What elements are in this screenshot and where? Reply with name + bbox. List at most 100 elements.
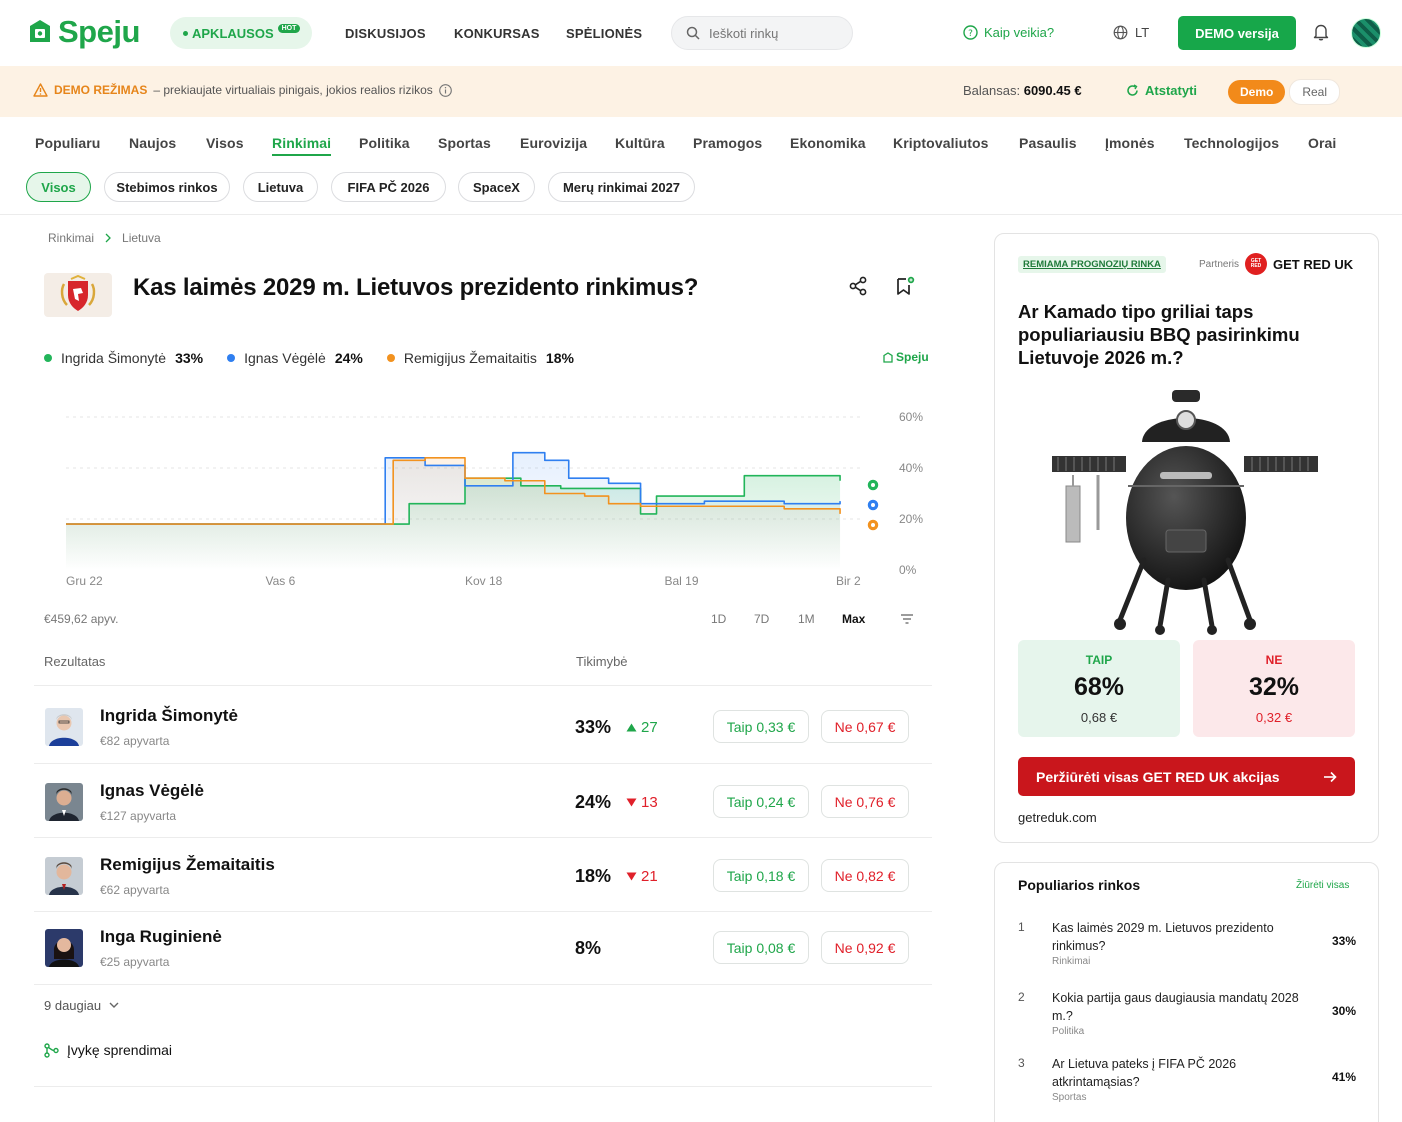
logo[interactable]: Speju xyxy=(28,14,140,50)
category-kultura[interactable]: Kultūra xyxy=(615,135,665,151)
demo-version-button[interactable]: DEMO versija xyxy=(1178,16,1296,50)
range-1d[interactable]: 1D xyxy=(711,612,726,626)
category-naujos[interactable]: Naujos xyxy=(129,135,176,151)
buy-no-button[interactable]: Ne 0,82 € xyxy=(821,859,909,892)
candidate-probability: 8% xyxy=(575,938,602,958)
language-selector[interactable]: LT xyxy=(1113,25,1149,40)
category-pramogos[interactable]: Pramogos xyxy=(693,135,762,151)
probability-change: 21 xyxy=(626,868,658,885)
buy-yes-button[interactable]: Taip 0,24 € xyxy=(713,785,809,818)
candidate-name[interactable]: Ignas Vėgėlė xyxy=(100,781,204,801)
series-vegele-endpoint-dot-icon xyxy=(871,503,875,507)
divider xyxy=(34,1086,932,1087)
resolved-decisions-link[interactable]: Įvykę sprendimai xyxy=(44,1042,172,1058)
share-icon[interactable] xyxy=(847,275,869,297)
sponsored-question[interactable]: Ar Kamado tipo griliai taps populiariaus… xyxy=(1018,300,1338,369)
legend-name: Remigijus Žemaitaitis xyxy=(403,350,537,366)
polls-label: APKLAUSOS xyxy=(192,25,274,41)
category-visos[interactable]: Visos xyxy=(206,135,244,151)
logo-icon xyxy=(883,351,893,363)
nav-contest[interactable]: KONKURSAS xyxy=(454,26,540,41)
sponsored-no-option[interactable]: NE 32% 0,32 € xyxy=(1193,640,1355,737)
live-dot-icon xyxy=(183,30,188,36)
candidate-name[interactable]: Inga Ruginienė xyxy=(100,927,222,947)
buy-no-button[interactable]: Ne 0,67 € xyxy=(821,710,909,743)
nav-discussions[interactable]: DISKUSIJOS xyxy=(345,26,426,41)
chip-fifa[interactable]: FIFA PČ 2026 xyxy=(331,172,446,202)
category-kriptovaliutos[interactable]: Kriptovaliutos xyxy=(893,135,989,151)
range-7d[interactable]: 7D xyxy=(754,612,769,626)
candidate-volume: €127 apyvarta xyxy=(100,809,177,823)
category-ekonomika[interactable]: Ekonomika xyxy=(790,135,866,151)
sponsored-badge[interactable]: REMIAMA PROGNOZIŲ RINKA xyxy=(1018,256,1166,273)
popular-market-item[interactable]: 3 Ar Lietuva pateks į FIFA PČ 2026 atkri… xyxy=(1018,1056,1358,1106)
category-sportas[interactable]: Sportas xyxy=(438,135,491,151)
range-1m[interactable]: 1M xyxy=(798,612,815,626)
market-category: Politika xyxy=(1052,1026,1085,1037)
category-politika[interactable]: Politika xyxy=(359,135,410,151)
see-all-link[interactable]: Žiūrėti visas xyxy=(1296,880,1349,891)
reset-button[interactable]: Atstatyti xyxy=(1126,83,1197,98)
y-tick-label: 20% xyxy=(899,512,923,526)
buy-no-button[interactable]: Ne 0,76 € xyxy=(821,785,909,818)
yes-label: TAIP xyxy=(1085,653,1113,667)
nav-guesses[interactable]: SPĖLIONĖS xyxy=(566,26,642,41)
category-imones[interactable]: Įmonės xyxy=(1105,135,1155,151)
table-row: Inga Ruginienė €25 apyvarta 8% Taip 0,08… xyxy=(34,909,932,983)
category-active-underline xyxy=(272,154,331,156)
how-it-works-link[interactable]: ? Kaip veikia? xyxy=(963,25,1054,40)
divider xyxy=(34,984,932,985)
series-zemaitaitis-area xyxy=(66,457,841,570)
range-max[interactable]: Max xyxy=(842,612,865,626)
chip-visos[interactable]: Visos xyxy=(26,172,91,202)
show-more-label: 9 daugiau xyxy=(44,998,102,1013)
category-technologijos[interactable]: Technologijos xyxy=(1184,135,1279,151)
user-avatar[interactable] xyxy=(1351,18,1381,48)
chip-stebimos-rinkos[interactable]: Stebimos rinkos xyxy=(104,172,230,202)
chip-lietuva[interactable]: Lietuva xyxy=(243,172,318,202)
category-rinkimai[interactable]: Rinkimai xyxy=(272,135,331,151)
partner-offers-button[interactable]: Peržiūrėti visas GET RED UK akcijas xyxy=(1018,757,1355,796)
probability-change: 27 xyxy=(626,719,658,736)
sponsored-yes-option[interactable]: TAIP 68% 0,68 € xyxy=(1018,640,1180,737)
mode-switch: Demo Real xyxy=(1228,79,1341,105)
search-input[interactable] xyxy=(709,25,839,41)
candidate-probability: 18% xyxy=(575,866,612,886)
filter-icon[interactable] xyxy=(900,612,914,626)
show-more-button[interactable]: 9 daugiau xyxy=(44,998,119,1013)
popular-market-item[interactable]: 1 Kas laimės 2029 m. Lietuvos prezidento… xyxy=(1018,920,1358,970)
category-pasaulis[interactable]: Pasaulis xyxy=(1019,135,1077,151)
chart-x-ticks: Gru 22 Vas 6 Kov 18 Bal 19 Bir 2 xyxy=(66,574,861,588)
buy-yes-button[interactable]: Taip 0,33 € xyxy=(713,710,809,743)
chip-meru-rinkimai[interactable]: Merų rinkimai 2027 xyxy=(548,172,695,202)
popular-market-item[interactable]: 2 Kokia partija gaus daugiausia mandatų … xyxy=(1018,990,1358,1040)
category-eurovizija[interactable]: Eurovizija xyxy=(520,135,587,151)
mode-real-toggle[interactable]: Real xyxy=(1289,79,1341,105)
partner-domain-link[interactable]: getreduk.com xyxy=(1018,810,1097,825)
coat-of-arms-icon xyxy=(60,275,96,311)
info-icon[interactable] xyxy=(438,83,452,97)
breadcrumb-rinkimai[interactable]: Rinkimai xyxy=(48,231,94,245)
y-tick-label: 0% xyxy=(899,563,917,577)
category-populiaru[interactable]: Populiaru xyxy=(35,135,100,151)
candidate-name[interactable]: Ingrida Šimonytė xyxy=(100,706,238,726)
buy-yes-button[interactable]: Taip 0,08 € xyxy=(713,931,809,964)
breadcrumb-lietuva[interactable]: Lietuva xyxy=(122,231,161,245)
mode-demo-toggle[interactable]: Demo xyxy=(1228,80,1286,104)
yes-price: 0,68 € xyxy=(1080,710,1118,725)
category-orai[interactable]: Orai xyxy=(1308,135,1336,151)
search-box[interactable] xyxy=(671,16,853,50)
candidate-name[interactable]: Remigijus Žemaitaitis xyxy=(100,855,275,875)
market-volume: €459,62 apyv. xyxy=(44,612,119,626)
y-tick-label: 40% xyxy=(899,461,923,475)
bookmark-add-icon[interactable] xyxy=(894,275,916,297)
bell-icon[interactable] xyxy=(1313,23,1329,41)
chip-spacex[interactable]: SpaceX xyxy=(458,172,535,202)
popular-markets-title: Populiarios rinkos xyxy=(1018,877,1141,893)
legend-dot-icon xyxy=(44,354,52,362)
warning-icon xyxy=(33,83,48,97)
buy-no-button[interactable]: Ne 0,92 € xyxy=(821,931,909,964)
y-tick-label: 60% xyxy=(899,410,923,424)
buy-yes-button[interactable]: Taip 0,18 € xyxy=(713,859,809,892)
polls-pill[interactable]: APKLAUSOS HOT xyxy=(170,17,312,49)
